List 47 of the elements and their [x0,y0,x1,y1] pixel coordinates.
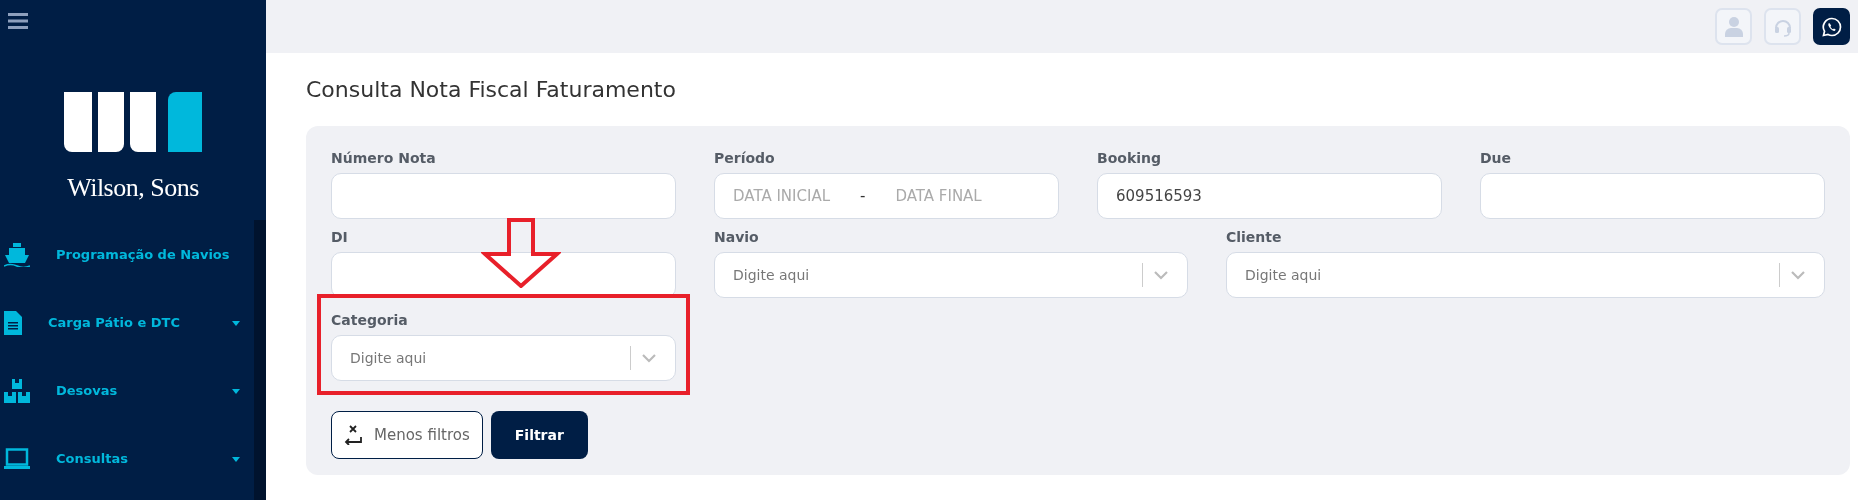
document-icon [4,311,22,335]
date-range-field[interactable]: DATA INICIAL - DATA FINAL [714,173,1059,219]
menu-icon[interactable] [8,12,28,29]
sidebar-item[interactable]: Consultas [0,425,252,493]
clear-filter-icon [344,425,362,445]
page-title: Consulta Nota Fiscal Faturamento [306,76,677,104]
caret-icon [232,456,240,462]
whatsapp-button[interactable] [1813,8,1850,45]
user-icon [1724,16,1743,37]
field-label: Due [1480,149,1512,168]
end-date-placeholder: DATA FINAL [895,185,982,207]
chevron-down-icon [1153,270,1169,280]
caret-icon [232,320,240,326]
user-button[interactable] [1715,8,1752,45]
select-field[interactable]: Digite aqui [331,335,676,381]
laptop-icon [4,448,30,470]
start-date-placeholder: DATA INICIAL [733,185,830,207]
input-field[interactable] [331,173,676,219]
ship-icon [4,243,30,267]
field-label: Categoria [331,311,408,330]
less-filters-button[interactable]: Menos filtros [331,411,483,459]
logo-icon [64,92,202,152]
sidebar-item[interactable]: Programação de Navios [0,221,252,289]
chevron-down-icon [641,353,657,363]
field-label: Cliente [1226,228,1282,247]
sidebar-item[interactable]: Desovas [0,357,252,425]
select-field[interactable]: Digite aqui [714,252,1188,298]
caret-icon [232,388,240,394]
support-button[interactable] [1764,8,1801,45]
filter-button[interactable]: Filtrar [490,411,588,459]
field-label: Booking [1097,149,1161,168]
boxes-icon [4,379,30,403]
field-label: DI [331,228,348,247]
field-label: Navio [714,228,759,247]
select-placeholder: Digite aqui [1245,265,1322,285]
select-placeholder: Digite aqui [733,265,810,285]
input-field[interactable]: 609516593 [1097,173,1442,219]
brand-name: Wilson, Sons [67,172,199,204]
range-separator: - [860,185,866,207]
sidebar-item[interactable]: Carga Pátio e DTC [0,289,252,357]
input-field[interactable] [1480,173,1825,219]
chevron-down-icon [1790,270,1806,280]
field-label: Período [714,149,775,168]
chat-phone-icon [1821,16,1842,37]
select-placeholder: Digite aqui [350,348,427,368]
select-field[interactable]: Digite aqui [1226,252,1825,298]
field-label: Número Nota [331,149,436,168]
